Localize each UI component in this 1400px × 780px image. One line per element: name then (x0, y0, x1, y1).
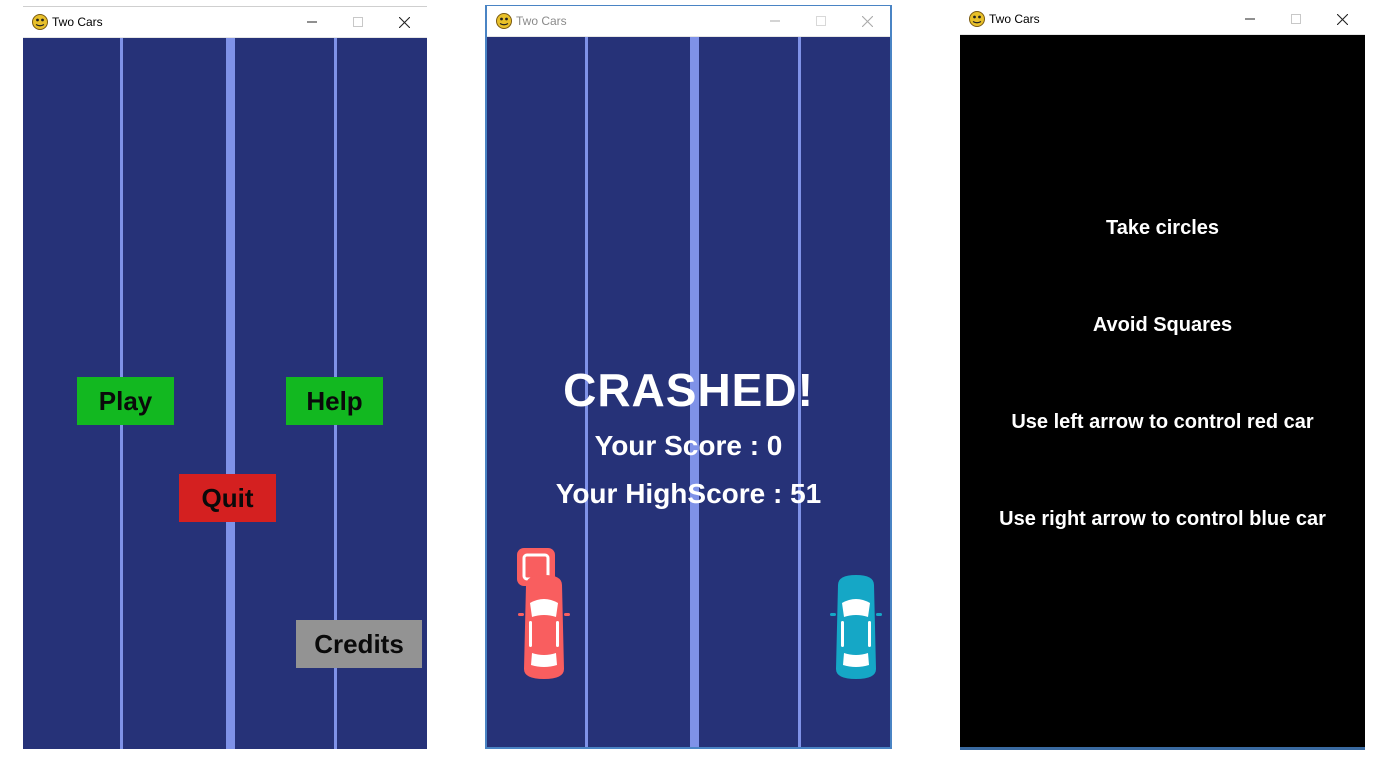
red-car (518, 575, 570, 679)
minimize-button[interactable] (752, 6, 798, 36)
close-icon (398, 16, 410, 28)
minimize-icon (1245, 18, 1255, 20)
minimize-button[interactable] (1227, 4, 1273, 34)
window-title: Two Cars (516, 14, 567, 28)
highscore-text: Your HighScore : 51 (555, 478, 822, 509)
maximize-button[interactable] (335, 7, 381, 37)
maximize-icon (1291, 14, 1301, 24)
help-line: Use left arrow to control red car (1011, 411, 1314, 433)
maximize-button[interactable] (798, 6, 844, 36)
minimize-icon (307, 21, 317, 23)
credits-button[interactable]: Credits (296, 620, 422, 668)
title-bar[interactable]: Two Cars (960, 4, 1365, 35)
help-line: Use right arrow to control blue car (999, 508, 1326, 530)
help-window: Two Cars Take circles Avoid Squares Use … (960, 4, 1365, 750)
help-line: Take circles (1105, 217, 1220, 239)
close-button[interactable] (1319, 4, 1365, 34)
close-button[interactable] (381, 7, 427, 37)
title-bar[interactable]: Two Cars (487, 6, 890, 37)
pygame-snake-icon (969, 11, 985, 27)
title-bar[interactable]: Two Cars (23, 7, 427, 38)
pygame-snake-icon (32, 14, 48, 30)
maximize-icon (353, 17, 363, 27)
close-button[interactable] (844, 6, 890, 36)
pygame-snake-icon (496, 13, 512, 29)
game-canvas[interactable]: Play Help Quit Credits (23, 38, 427, 749)
blue-car (830, 575, 882, 679)
center-divider (226, 38, 235, 749)
crashed-heading: CRASHED! (563, 364, 814, 416)
close-icon (861, 15, 873, 27)
minimize-button[interactable] (289, 7, 335, 37)
menu-window: Two Cars Play Help Quit Credits (23, 6, 427, 749)
game-canvas[interactable]: CRASHED! Your Score : 0 Your HighScore :… (487, 37, 890, 747)
maximize-button[interactable] (1273, 4, 1319, 34)
window-title: Two Cars (52, 15, 103, 29)
minimize-icon (770, 20, 780, 22)
crash-window: Two Cars CRASHED! Your Score : 0 Your Hi… (485, 5, 892, 749)
maximize-icon (816, 16, 826, 26)
help-button[interactable]: Help (286, 377, 383, 425)
close-icon (1336, 13, 1348, 25)
quit-button[interactable]: Quit (179, 474, 276, 522)
help-canvas[interactable]: Take circles Avoid Squares Use left arro… (960, 35, 1365, 747)
play-button[interactable]: Play (77, 377, 174, 425)
score-text: Your Score : 0 (594, 430, 783, 461)
help-line: Avoid Squares (1092, 314, 1233, 336)
window-title: Two Cars (989, 12, 1040, 26)
